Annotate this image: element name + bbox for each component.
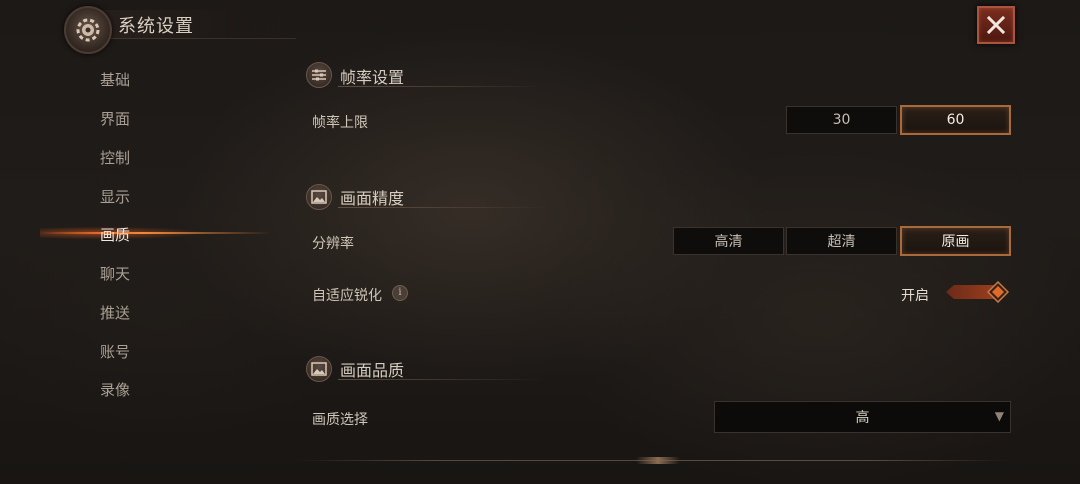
quality-dropdown-value: 高 <box>855 410 870 426</box>
sidebar-item-basic[interactable]: 基础 <box>100 69 180 93</box>
resolution-option-fhd[interactable]: 超清 <box>786 227 897 255</box>
sliders-icon <box>306 62 332 88</box>
sidebar-item-chat[interactable]: 聊天 <box>100 263 180 287</box>
section-divider <box>338 86 548 87</box>
close-icon <box>986 15 1006 35</box>
sharpen-state-label: 开启 <box>901 288 929 304</box>
info-icon[interactable]: i <box>392 285 408 301</box>
section-title-precision: 画面精度 <box>340 189 405 208</box>
sidebar-item-display[interactable]: 显示 <box>100 186 180 210</box>
adaptive-sharpen-label: 自适应锐化 <box>312 288 382 304</box>
settings-gear-icon <box>64 6 112 54</box>
sidebar-item-quality[interactable]: 画质 <box>100 224 180 248</box>
section-title-frame-rate: 帧率设置 <box>340 68 405 87</box>
toggle-knob-icon[interactable] <box>986 280 1010 304</box>
close-button[interactable] <box>977 6 1015 44</box>
sidebar-item-control[interactable]: 控制 <box>100 147 180 171</box>
quality-select-label: 画质选择 <box>312 412 368 428</box>
frame-rate-limit-label: 帧率上限 <box>312 115 368 131</box>
sidebar-item-interface[interactable]: 界面 <box>100 108 180 132</box>
chevron-down-icon: ▼ <box>994 409 1004 423</box>
picture-icon <box>306 356 332 382</box>
resolution-option-original[interactable]: 原画 <box>900 226 1011 256</box>
resolution-label: 分辨率 <box>312 236 354 252</box>
section-divider <box>338 207 548 208</box>
quality-dropdown[interactable]: 高 ▼ <box>714 401 1011 433</box>
sidebar-item-replay[interactable]: 录像 <box>100 379 180 403</box>
section-divider <box>338 379 548 380</box>
sidebar-item-push[interactable]: 推送 <box>100 302 180 326</box>
sidebar-item-account[interactable]: 账号 <box>100 341 180 365</box>
frame-rate-option-30[interactable]: 30 <box>786 106 897 134</box>
frame-rate-option-60[interactable]: 60 <box>900 105 1011 135</box>
resolution-option-hd[interactable]: 高清 <box>673 227 784 255</box>
page-title: 系统设置 <box>118 16 194 37</box>
bottom-ornament <box>636 457 680 464</box>
picture-icon <box>306 184 332 210</box>
section-title-quality: 画面品质 <box>340 361 405 380</box>
